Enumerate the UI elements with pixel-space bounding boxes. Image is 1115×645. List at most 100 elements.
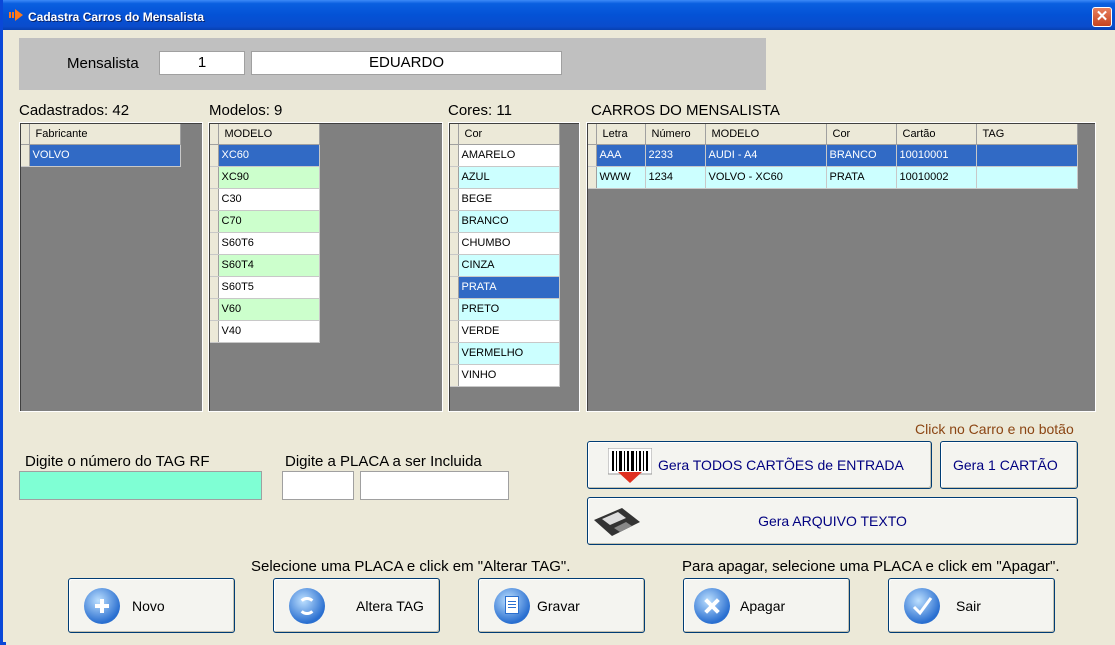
barcode-icon: [608, 448, 652, 483]
window-title: Cadastra Carros do Mensalista: [28, 10, 205, 24]
cor-column-header[interactable]: Cor: [458, 124, 560, 145]
close-button[interactable]: ✕: [1092, 7, 1112, 27]
table-row[interactable]: WWW 1234 VOLVO - XC60 PRATA 10010002: [588, 166, 1078, 189]
letra-cell[interactable]: AAA: [596, 144, 646, 167]
cartao-cell[interactable]: 10010002: [896, 166, 977, 189]
cor-cell[interactable]: BEGE: [458, 188, 560, 211]
cor-cell[interactable]: VERDE: [458, 320, 560, 343]
modelo-cell[interactable]: AUDI - A4: [705, 144, 827, 167]
fabricante-grid[interactable]: Fabricante VOLVO: [19, 122, 203, 412]
client-area: Mensalista 1 EDUARDO Cadastrados: 42 Mod…: [6, 30, 1115, 645]
table-row[interactable]: AZUL: [450, 166, 560, 189]
numero-cell[interactable]: 1234: [645, 166, 706, 189]
cor-cell[interactable]: PRATA: [826, 166, 897, 189]
table-row[interactable]: VERMELHO: [450, 342, 560, 365]
table-row[interactable]: VOLVO: [21, 144, 181, 167]
tag-cell[interactable]: [976, 144, 1078, 167]
tag-column-header[interactable]: TAG: [976, 124, 1078, 145]
modelo-cell[interactable]: C30: [218, 188, 320, 211]
placa-letters-input[interactable]: [282, 471, 354, 500]
cor-cell[interactable]: BRANCO: [458, 210, 560, 233]
cor-cell[interactable]: AZUL: [458, 166, 560, 189]
table-row[interactable]: AAA 2233 AUDI - A4 BRANCO 10010001: [588, 144, 1078, 167]
table-row[interactable]: V40: [210, 320, 320, 343]
modelo-cell[interactable]: XC90: [218, 166, 320, 189]
table-row[interactable]: BRANCO: [450, 210, 560, 233]
table-row[interactable]: PRETO: [450, 298, 560, 321]
carros-grid[interactable]: Letra Número MODELO Cor Cartão TAG AAA 2…: [586, 122, 1096, 412]
gera-um-label: Gera 1 CARTÃO: [953, 457, 1058, 473]
table-row[interactable]: S60T4: [210, 254, 320, 277]
numero-cell[interactable]: 2233: [645, 144, 706, 167]
cartao-column-header[interactable]: Cartão: [896, 124, 977, 145]
numero-column-header[interactable]: Número: [645, 124, 706, 145]
sair-button[interactable]: Sair: [888, 578, 1055, 633]
table-row[interactable]: XC90: [210, 166, 320, 189]
novo-button[interactable]: Novo: [68, 578, 235, 633]
cor-cell[interactable]: AMARELO: [458, 144, 560, 167]
tag-input[interactable]: [19, 471, 262, 500]
sair-label: Sair: [956, 597, 981, 614]
mensalista-id-field[interactable]: 1: [159, 51, 245, 75]
gera-arquivo-texto-button[interactable]: Gera ARQUIVO TEXTO: [587, 497, 1078, 545]
gera-um-cartao-button[interactable]: Gera 1 CARTÃO: [940, 441, 1078, 489]
table-row[interactable]: BEGE: [450, 188, 560, 211]
tag-label: Digite o número do TAG RF: [25, 453, 210, 470]
fabricante-cell[interactable]: VOLVO: [29, 144, 181, 167]
modelo-cell[interactable]: C70: [218, 210, 320, 233]
tag-cell[interactable]: [976, 166, 1078, 189]
modelo-cell[interactable]: VOLVO - XC60: [705, 166, 827, 189]
letra-cell[interactable]: WWW: [596, 166, 646, 189]
letra-column-header[interactable]: Letra: [596, 124, 646, 145]
modelos-title: Modelos: 9: [209, 102, 283, 119]
cor-cell[interactable]: CHUMBO: [458, 232, 560, 255]
table-row[interactable]: S60T6: [210, 232, 320, 255]
cor-cell[interactable]: PRETO: [458, 298, 560, 321]
document-icon: [494, 588, 530, 624]
gravar-button[interactable]: Gravar: [478, 578, 645, 633]
table-row[interactable]: AMARELO: [450, 144, 560, 167]
table-row[interactable]: S60T5: [210, 276, 320, 299]
modelo-cell[interactable]: XC60: [218, 144, 320, 167]
table-row[interactable]: PRATA: [450, 276, 560, 299]
modelo-cell[interactable]: S60T5: [218, 276, 320, 299]
table-row[interactable]: C30: [210, 188, 320, 211]
cor-grid[interactable]: Cor AMARELO AZUL BEGE BRANCO CHUMBO CINZ…: [448, 122, 580, 412]
cor-cell[interactable]: CINZA: [458, 254, 560, 277]
alterar-tag-hint: Selecione uma PLACA e click em "Alterar …: [251, 558, 571, 575]
modelo-cell[interactable]: V40: [218, 320, 320, 343]
title-bar: Cadastra Carros do Mensalista ✕: [3, 0, 1115, 30]
modelo-cell[interactable]: S60T4: [218, 254, 320, 277]
modelo-cell[interactable]: V60: [218, 298, 320, 321]
cor-cell[interactable]: VERMELHO: [458, 342, 560, 365]
apagar-label: Apagar: [740, 597, 786, 614]
cor-column-header[interactable]: Cor: [826, 124, 897, 145]
table-row[interactable]: C70: [210, 210, 320, 233]
table-row[interactable]: CINZA: [450, 254, 560, 277]
table-row[interactable]: VERDE: [450, 320, 560, 343]
table-row[interactable]: CHUMBO: [450, 232, 560, 255]
gera-todos-cartoes-button[interactable]: Gera TODOS CARTÕES de ENTRADA: [587, 441, 932, 489]
modelo-cell[interactable]: S60T6: [218, 232, 320, 255]
apagar-button[interactable]: Apagar: [683, 578, 850, 633]
cor-cell[interactable]: VINHO: [458, 364, 560, 387]
altera-tag-button[interactable]: Altera TAG: [273, 578, 440, 633]
gera-todos-label: Gera TODOS CARTÕES de ENTRADA: [658, 457, 904, 473]
cor-cell[interactable]: PRATA: [458, 276, 560, 299]
placa-numbers-input[interactable]: [360, 471, 509, 500]
cartao-cell[interactable]: 10010001: [896, 144, 977, 167]
novo-label: Novo: [132, 597, 165, 614]
delete-x-icon: [694, 588, 730, 624]
carros-title: CARROS DO MENSALISTA: [591, 102, 780, 119]
table-row[interactable]: VINHO: [450, 364, 560, 387]
cor-cell[interactable]: BRANCO: [826, 144, 897, 167]
modelo-grid[interactable]: MODELO XC60 XC90 C30 C70 S60T6 S60T4 S60…: [208, 122, 443, 412]
altera-tag-label: Altera TAG: [356, 597, 424, 614]
table-row[interactable]: XC60: [210, 144, 320, 167]
modelo-column-header[interactable]: MODELO: [705, 124, 827, 145]
table-row[interactable]: V60: [210, 298, 320, 321]
mensalista-name-field[interactable]: EDUARDO: [251, 51, 562, 75]
modelo-column-header[interactable]: MODELO: [218, 124, 320, 145]
mensalista-panel: Mensalista 1 EDUARDO: [19, 38, 766, 90]
fabricante-column-header[interactable]: Fabricante: [29, 124, 181, 145]
